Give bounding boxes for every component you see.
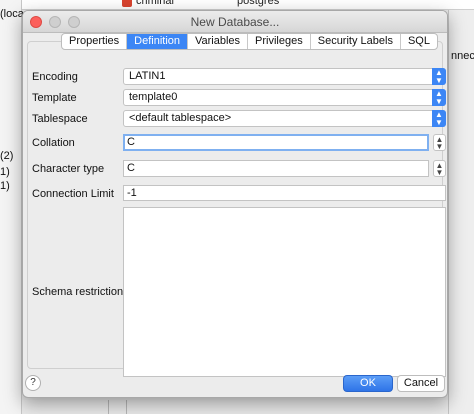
schema-restriction-textarea[interactable] bbox=[123, 207, 446, 377]
template-label: Template bbox=[32, 92, 77, 104]
character-type-label: Character type bbox=[32, 163, 105, 175]
schema-restriction-label: Schema restriction bbox=[32, 286, 124, 298]
help-button[interactable]: ? bbox=[25, 375, 41, 391]
template-value: template0 bbox=[129, 91, 178, 103]
tablespace-value: <default tablespace> bbox=[129, 112, 232, 124]
background-tree-text: 1) bbox=[0, 180, 10, 192]
new-database-dialog: New Database... Encoding LATIN1 ▲ ▼ Templ… bbox=[22, 10, 448, 398]
dialog-title: New Database... bbox=[190, 15, 280, 29]
select-arrows-icon: ▲ ▼ bbox=[432, 110, 446, 127]
background-row-text: postgres bbox=[237, 0, 280, 7]
definition-panel: Encoding LATIN1 ▲ ▼ Template template0 ▲ ▼… bbox=[27, 41, 446, 377]
divider bbox=[108, 400, 109, 414]
tab-properties[interactable]: Properties bbox=[62, 34, 128, 49]
connection-limit-label: Connection Limit bbox=[32, 188, 114, 200]
background-tree-text: 1) bbox=[0, 166, 10, 178]
character-type-combobox[interactable]: C bbox=[123, 160, 429, 177]
tab-variables[interactable]: Variables bbox=[188, 34, 249, 49]
background-row-text: criminal bbox=[136, 0, 174, 7]
ok-button[interactable]: OK bbox=[343, 375, 393, 392]
background-properties-panel: nnect bbox=[448, 10, 474, 414]
collation-dropdown-arrows-icon[interactable]: ▲ ▼ bbox=[433, 134, 446, 151]
tab-security-labels[interactable]: Security Labels bbox=[311, 34, 401, 49]
encoding-label: Encoding bbox=[32, 71, 78, 83]
background-table-row: criminal postgres bbox=[22, 0, 474, 10]
character-type-dropdown-arrows-icon[interactable]: ▲ ▼ bbox=[433, 160, 446, 177]
select-arrows-icon: ▲ ▼ bbox=[432, 68, 446, 85]
collation-label: Collation bbox=[32, 137, 75, 149]
select-arrows-icon: ▲ ▼ bbox=[432, 89, 446, 106]
background-tree-text: (loca bbox=[0, 8, 24, 20]
collation-combobox[interactable]: C bbox=[123, 134, 429, 151]
background-bottom-strip bbox=[22, 400, 448, 414]
template-select[interactable]: template0 ▲ ▼ bbox=[123, 89, 446, 106]
database-icon bbox=[122, 0, 132, 7]
encoding-value: LATIN1 bbox=[129, 70, 166, 82]
tablespace-label: Tablespace bbox=[32, 113, 88, 125]
tab-sql[interactable]: SQL bbox=[401, 34, 437, 49]
connection-limit-input[interactable]: -1 bbox=[123, 185, 446, 201]
tab-definition[interactable]: Definition bbox=[127, 34, 188, 49]
dialog-tabbar: Properties Definition Variables Privileg… bbox=[61, 33, 438, 50]
tablespace-select[interactable]: <default tablespace> ▲ ▼ bbox=[123, 110, 446, 127]
dialog-titlebar: New Database... bbox=[23, 11, 447, 33]
background-panel-text: nnect bbox=[451, 50, 474, 62]
tab-privileges[interactable]: Privileges bbox=[248, 34, 311, 49]
background-tree-panel: (loca (2) 1) 1) bbox=[0, 0, 24, 414]
encoding-select[interactable]: LATIN1 ▲ ▼ bbox=[123, 68, 446, 85]
background-tree-text: (2) bbox=[0, 150, 14, 162]
divider bbox=[126, 400, 127, 414]
cancel-button[interactable]: Cancel bbox=[397, 375, 445, 392]
